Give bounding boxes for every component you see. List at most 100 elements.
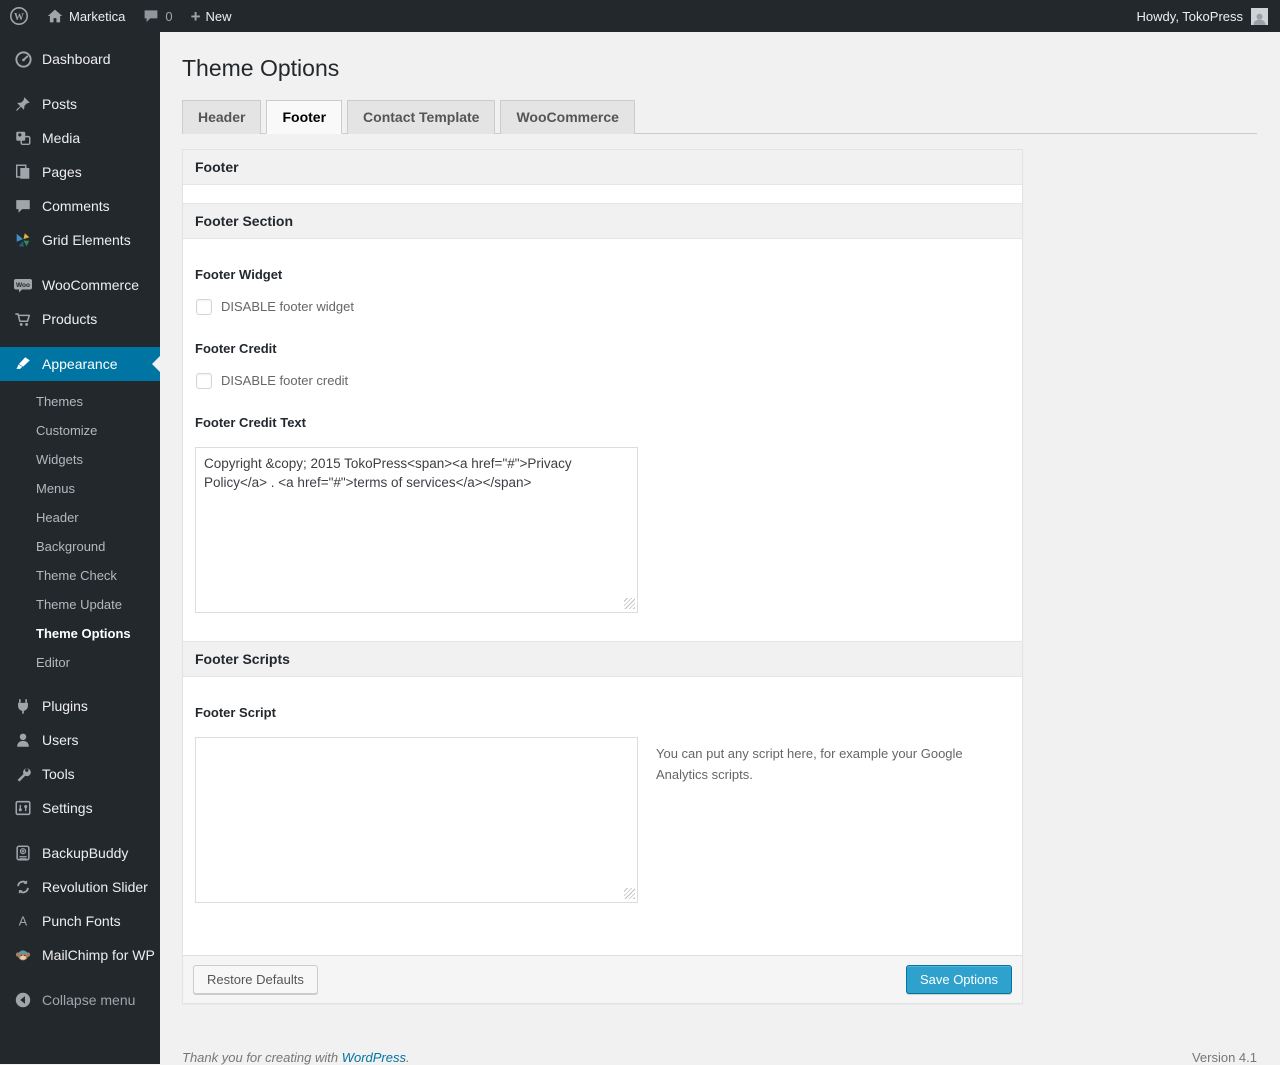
tab-bar: Header Footer Contact Template WooCommer… [182, 99, 1257, 134]
sidebar-item-label: Products [42, 311, 98, 327]
admin-sidebar: Dashboard Posts Media Pages Comments Gri… [0, 32, 160, 1064]
checkbox-label: DISABLE footer credit [221, 373, 349, 389]
panel-footer-actions: Restore Defaults Save Options [183, 954, 1022, 1003]
panel-gap [183, 184, 1022, 203]
refresh-icon [13, 877, 33, 897]
disable-footer-credit-checkbox[interactable] [196, 372, 212, 389]
wordpress-logo-icon: W [9, 6, 29, 26]
section-header-footer-scripts: Footer Scripts [183, 640, 1022, 677]
tab-header[interactable]: Header [182, 99, 262, 134]
cart-icon [13, 309, 33, 329]
sidebar-item-label: Media [42, 130, 81, 146]
sidebar-item-label: Punch Fonts [42, 913, 121, 929]
plugin-icon [13, 696, 33, 716]
new-content-menu[interactable]: + New [182, 0, 241, 32]
admin-bar: W Marketica 0 + New Howdy, TokoPress [0, 0, 1280, 32]
collapse-icon [13, 990, 33, 1010]
menu-separator [0, 257, 160, 268]
footer-section-body: Footer Widget DISABLE footer widget Foot… [183, 239, 1022, 641]
svg-text:Woo: Woo [16, 282, 30, 289]
footer-scripts-body: Footer Script You can put any script her… [183, 677, 1022, 955]
sidebar-item-dashboard[interactable]: Dashboard [0, 42, 160, 76]
sidebar-item-punch-fonts[interactable]: A Punch Fonts [0, 904, 160, 938]
theme-options-panel: Footer Footer Section Footer Widget DISA… [182, 148, 1023, 1004]
wordpress-logo-menu[interactable]: W [0, 0, 38, 32]
submenu-item-header[interactable]: Header [0, 503, 160, 532]
sidebar-item-label: BackupBuddy [42, 845, 129, 861]
sidebar-item-media[interactable]: Media [0, 121, 160, 155]
sidebar-item-pages[interactable]: Pages [0, 155, 160, 189]
sidebar-item-plugins[interactable]: Plugins [0, 689, 160, 723]
sidebar-item-label: Tools [42, 766, 75, 782]
submenu-item-editor[interactable]: Editor [0, 648, 160, 677]
plus-icon: + [190, 6, 201, 26]
sidebar-item-collapse-menu[interactable]: Collapse menu [0, 983, 160, 1017]
avatar[interactable] [1251, 7, 1268, 25]
user-icon [13, 730, 33, 750]
sidebar-item-label: Grid Elements [42, 232, 131, 248]
sidebar-item-products[interactable]: Products [0, 302, 160, 336]
sidebar-item-label: Appearance [42, 356, 118, 372]
sidebar-item-comments[interactable]: Comments [0, 189, 160, 223]
footer-widget-checkbox-row: DISABLE footer widget [195, 298, 1010, 315]
visit-site-link[interactable]: Marketica [38, 0, 134, 32]
new-label: New [205, 8, 232, 24]
main-content: Theme Options Header Footer Contact Temp… [160, 32, 1280, 1065]
sidebar-item-label: Dashboard [42, 51, 111, 67]
submenu-item-customize[interactable]: Customize [0, 416, 160, 445]
admin-footer: Thank you for creating with WordPress. V… [182, 1050, 1257, 1065]
footer-credit-text-textarea[interactable]: Copyright &copy; 2015 TokoPress<span><a … [195, 446, 638, 613]
sidebar-item-mailchimp[interactable]: MailChimp for WP [0, 938, 160, 972]
thanks-prefix: Thank you for creating with [182, 1049, 342, 1065]
tab-woocommerce[interactable]: WooCommerce [500, 99, 635, 134]
submenu-item-themes[interactable]: Themes [0, 387, 160, 416]
disable-footer-widget-checkbox[interactable] [196, 298, 212, 315]
save-options-button[interactable]: Save Options [905, 964, 1012, 994]
sidebar-item-label: Collapse menu [42, 992, 136, 1008]
sidebar-item-revolution-slider[interactable]: Revolution Slider [0, 870, 160, 904]
sidebar-item-label: WooCommerce [42, 277, 139, 293]
comments-shortcut[interactable]: 0 [134, 0, 181, 32]
menu-separator [0, 336, 160, 347]
pages-icon [13, 162, 33, 182]
sidebar-item-label: Revolution Slider [42, 879, 148, 895]
menu-separator [0, 972, 160, 983]
footer-script-textarea[interactable] [195, 736, 638, 903]
sidebar-item-posts[interactable]: Posts [0, 87, 160, 121]
sidebar-item-grid-elements[interactable]: Grid Elements [0, 223, 160, 257]
submenu-item-menus[interactable]: Menus [0, 474, 160, 503]
footer-credit-checkbox-row: DISABLE footer credit [195, 372, 1010, 389]
checkbox-label: DISABLE footer widget [221, 299, 354, 315]
submenu-item-theme-check[interactable]: Theme Check [0, 561, 160, 590]
sidebar-item-label: Posts [42, 96, 78, 112]
sidebar-item-settings[interactable]: Settings [0, 791, 160, 825]
tab-footer[interactable]: Footer [266, 99, 343, 134]
restore-defaults-button[interactable]: Restore Defaults [193, 964, 318, 994]
comment-icon [13, 196, 33, 216]
section-header-footer-section: Footer Section [183, 202, 1022, 239]
version-text: Version 4.1 [1191, 1049, 1257, 1065]
tab-contact-template[interactable]: Contact Template [347, 99, 496, 134]
sidebar-item-tools[interactable]: Tools [0, 757, 160, 791]
page-title: Theme Options [182, 55, 340, 81]
sidebar-item-label: Pages [42, 164, 82, 180]
submenu-item-theme-options[interactable]: Theme Options [0, 619, 160, 648]
sidebar-item-appearance[interactable]: Appearance [0, 347, 160, 381]
howdy-account-menu[interactable]: Howdy, TokoPress [1137, 9, 1243, 24]
svg-text:W: W [14, 12, 24, 23]
sidebar-item-label: Users [42, 732, 79, 748]
sidebar-item-backupbuddy[interactable]: BackupBuddy [0, 836, 160, 870]
woo-badge-icon: Woo [13, 275, 33, 295]
submenu-item-background[interactable]: Background [0, 532, 160, 561]
grid-elements-icon [13, 230, 33, 250]
footer-credit-text-label: Footer Credit Text [195, 414, 306, 430]
footer-widget-label: Footer Widget [195, 266, 283, 282]
sidebar-item-woocommerce[interactable]: Woo WooCommerce [0, 268, 160, 302]
sidebar-item-label: Comments [42, 198, 110, 214]
submenu-item-widgets[interactable]: Widgets [0, 445, 160, 474]
sidebar-item-users[interactable]: Users [0, 723, 160, 757]
submenu-item-theme-update[interactable]: Theme Update [0, 590, 160, 619]
wordpress-link[interactable]: WordPress [342, 1050, 406, 1065]
panel-header-footer: Footer [183, 149, 1022, 185]
thanks-suffix: . [406, 1049, 410, 1065]
